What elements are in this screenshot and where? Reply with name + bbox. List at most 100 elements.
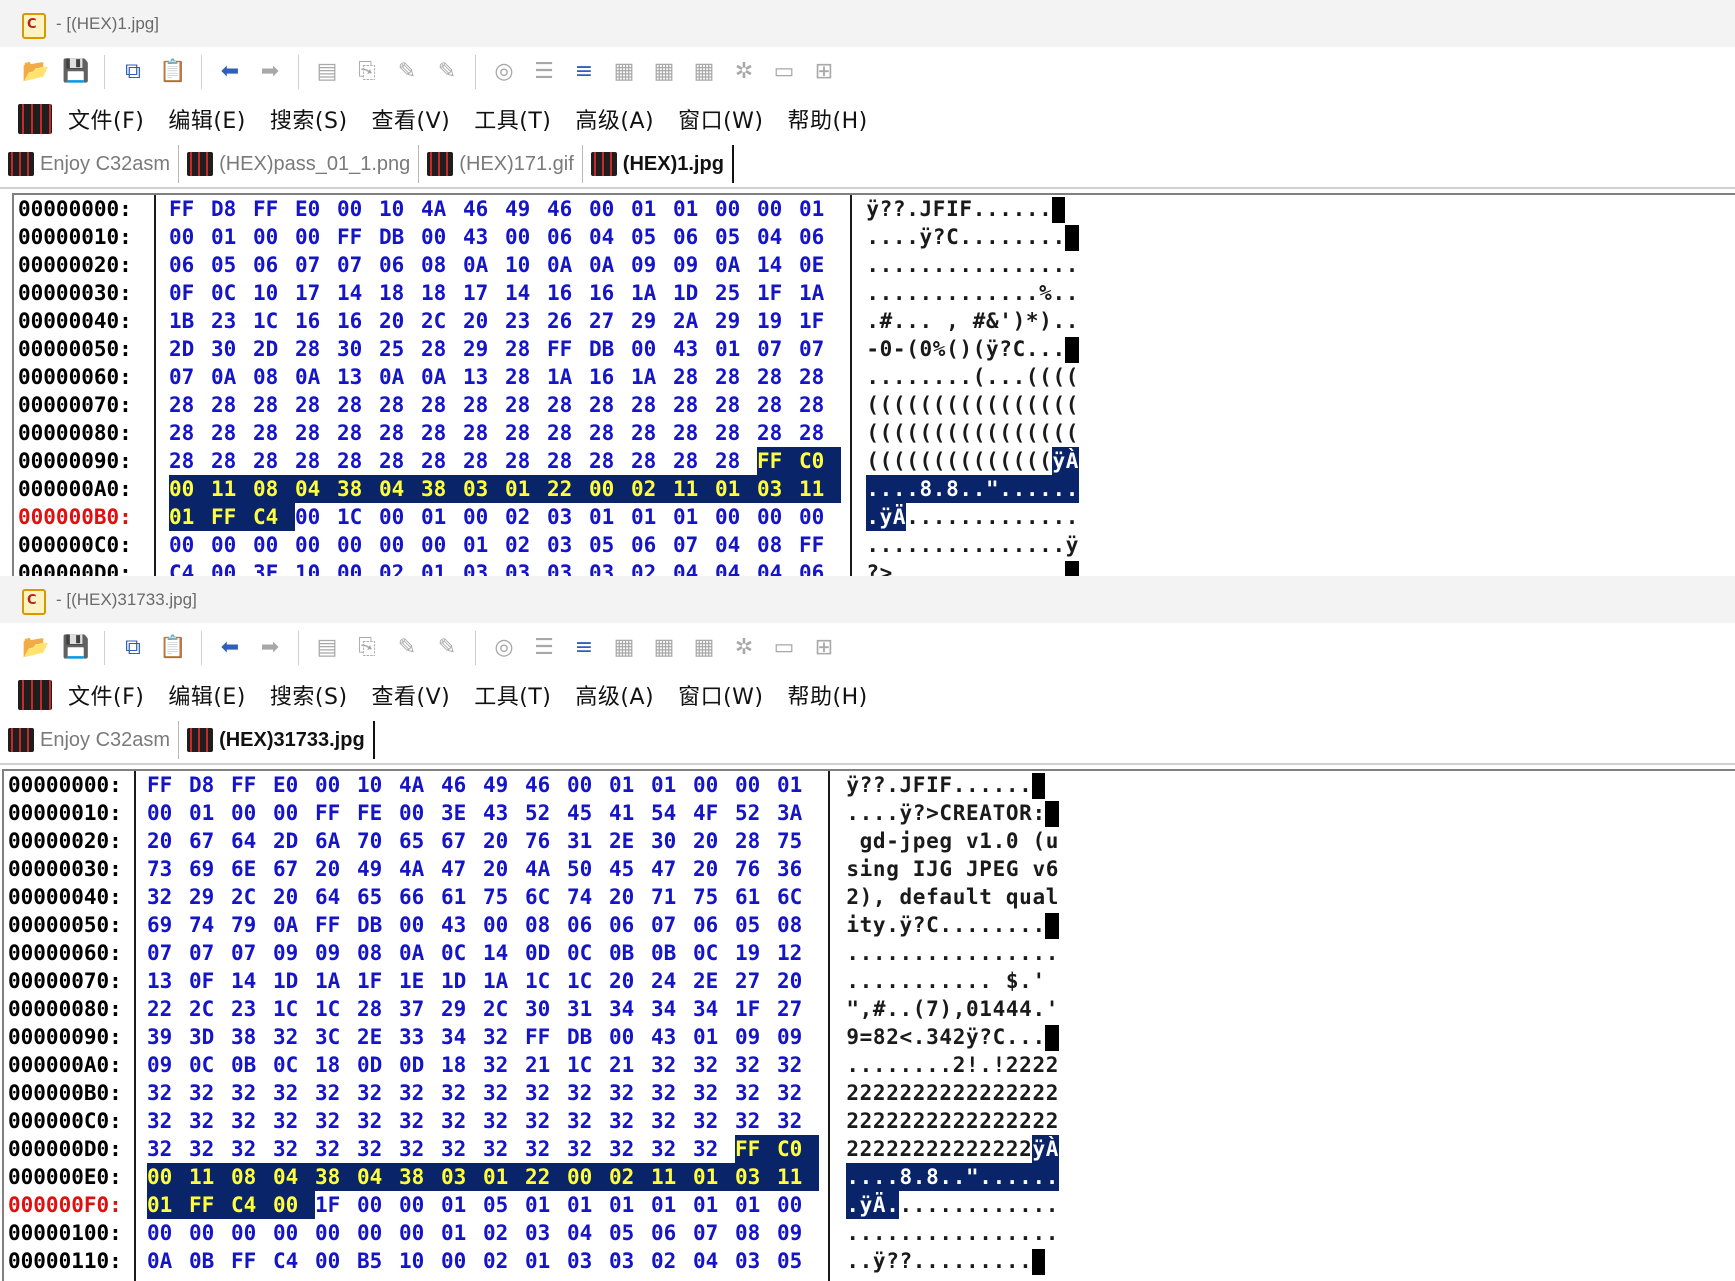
hex-byte[interactable]: 32 <box>483 1079 525 1107</box>
hex-byte[interactable]: 01 <box>693 1023 735 1051</box>
hex-byte[interactable]: 03 <box>547 559 589 576</box>
ascii-char[interactable]: . <box>859 1163 873 1191</box>
hex-byte[interactable]: 01 <box>441 1219 483 1247</box>
menu-item[interactable]: 窗口(W) <box>678 679 763 711</box>
hex-byte[interactable]: 00 <box>379 503 421 531</box>
ascii-char[interactable]: u <box>952 883 966 911</box>
ascii-char[interactable]: . <box>893 363 906 391</box>
ascii-char[interactable]: . <box>1019 771 1032 799</box>
hex-byte[interactable]: 28 <box>337 419 379 447</box>
ascii-char[interactable]: . <box>1032 1191 1045 1219</box>
ascii-char[interactable]: . <box>893 223 906 251</box>
ascii-char[interactable]: . <box>959 559 972 576</box>
hex-byte[interactable]: 19 <box>735 939 777 967</box>
ascii-char[interactable]: J <box>899 771 913 799</box>
ascii-char[interactable]: . <box>1026 251 1039 279</box>
hex-byte[interactable]: 06 <box>169 251 211 279</box>
hex-byte[interactable]: 20 <box>483 827 525 855</box>
hex-byte[interactable]: DB <box>589 335 631 363</box>
hex-byte[interactable]: 1C <box>253 307 295 335</box>
hex-byte[interactable]: 28 <box>211 419 253 447</box>
hex-byte[interactable]: 00 <box>631 335 673 363</box>
hex-byte[interactable]: 05 <box>211 251 253 279</box>
ascii-char[interactable]: i <box>846 911 859 939</box>
hex-bytes[interactable]: 00 01 00 00 FF FE 00 3E 43 52 45 41 54 4F 52 3A <box>147 799 819 827</box>
ascii-char[interactable]: ( <box>879 391 893 419</box>
hex-byte[interactable]: 00 <box>337 195 379 223</box>
hex-byte[interactable]: 31 <box>567 827 609 855</box>
hex-byte[interactable]: 1C <box>273 995 315 1023</box>
hex-byte[interactable]: 0D <box>525 939 567 967</box>
hex-byte[interactable]: 66 <box>399 883 441 911</box>
ascii-char[interactable]: . <box>952 911 966 939</box>
ascii-char[interactable]: . <box>992 939 1006 967</box>
ascii-char[interactable]: ( <box>972 335 986 363</box>
ascii-text[interactable]: (((((((((((((((( <box>866 419 1079 447</box>
hex-byte[interactable]: 69 <box>147 911 189 939</box>
ascii-char[interactable]: . <box>979 771 992 799</box>
ascii-char[interactable]: . <box>1006 1191 1019 1219</box>
ascii-char[interactable]: . <box>893 559 906 576</box>
hex-byte[interactable]: DB <box>567 1023 609 1051</box>
hex-byte[interactable]: 2C <box>231 883 273 911</box>
hex-byte[interactable]: 01 <box>525 1247 567 1275</box>
hex-byte[interactable]: 29 <box>631 307 673 335</box>
ascii-char[interactable]: ( <box>932 391 946 419</box>
hex-byte[interactable]: 03 <box>505 559 547 576</box>
ascii-char[interactable]: 2 <box>886 1023 899 1051</box>
hex-byte[interactable]: 00 <box>253 223 295 251</box>
ascii-char[interactable]: ? <box>932 223 946 251</box>
hex-byte[interactable]: 08 <box>525 911 567 939</box>
hex-byte[interactable]: 1A <box>631 279 673 307</box>
ascii-char[interactable]: . <box>979 911 992 939</box>
ascii-char[interactable]: . <box>879 279 893 307</box>
ascii-char[interactable]: ÿ <box>1052 447 1066 475</box>
ascii-char[interactable]: . <box>1032 939 1045 967</box>
ascii-char[interactable]: ( <box>986 419 999 447</box>
ascii-char[interactable]: ( <box>893 391 906 419</box>
hex-byte[interactable]: 04 <box>295 475 337 503</box>
hex-byte[interactable]: E0 <box>273 771 315 799</box>
ascii-char[interactable]: . <box>866 307 879 335</box>
hex-byte[interactable]: 1A <box>315 967 357 995</box>
hex-byte[interactable]: 05 <box>735 911 777 939</box>
hex-byte[interactable]: 0C <box>273 1051 315 1079</box>
hex-byte[interactable]: 06 <box>799 223 841 251</box>
hex-byte[interactable]: 00 <box>777 1191 819 1219</box>
hex-byte[interactable]: 00 <box>147 1163 189 1191</box>
hex-byte[interactable]: 28 <box>505 363 547 391</box>
hex-byte[interactable]: 00 <box>693 771 735 799</box>
hex-byte[interactable]: 32 <box>189 1135 231 1163</box>
ascii-char[interactable]: . <box>912 939 926 967</box>
ascii-char[interactable]: . <box>879 223 893 251</box>
hex-byte[interactable]: 00 <box>295 223 337 251</box>
hex-byte[interactable]: C4 <box>169 559 211 576</box>
ascii-char[interactable]: . <box>912 1023 926 1051</box>
menu-item[interactable]: 编辑(E) <box>168 679 246 711</box>
ascii-char[interactable]: . <box>999 223 1012 251</box>
ascii-char[interactable]: ( <box>866 447 879 475</box>
hex-byte[interactable]: 06 <box>547 223 589 251</box>
ascii-char[interactable]: . <box>846 799 859 827</box>
ascii-char[interactable]: I <box>926 771 939 799</box>
menu-item[interactable]: 文件(F) <box>68 103 144 135</box>
ascii-char[interactable]: 2 <box>886 1079 899 1107</box>
hex-byte[interactable]: 32 <box>567 1079 609 1107</box>
hex-byte[interactable]: 28 <box>253 419 295 447</box>
ascii-char[interactable]: d <box>873 827 886 855</box>
window-icon[interactable]: ▭ <box>770 634 798 662</box>
ascii-char[interactable]: . <box>979 1219 992 1247</box>
ascii-char[interactable]: 2 <box>926 1107 939 1135</box>
ascii-char[interactable]: . <box>906 503 919 531</box>
hex-byte[interactable]: 32 <box>147 1107 189 1135</box>
ascii-char[interactable]: . <box>986 503 999 531</box>
hex-byte[interactable]: 1C <box>525 967 567 995</box>
hex-byte[interactable]: 04 <box>589 223 631 251</box>
hex-byte[interactable]: 32 <box>777 1079 819 1107</box>
hex-byte[interactable]: 20 <box>693 827 735 855</box>
ascii-char[interactable]: ( <box>1026 447 1039 475</box>
ascii-char[interactable] <box>1019 827 1032 855</box>
ascii-char[interactable]: . <box>912 1163 926 1191</box>
ascii-text[interactable]: ................ <box>846 939 1059 967</box>
document-tab[interactable]: Enjoy C32asm <box>0 145 180 183</box>
